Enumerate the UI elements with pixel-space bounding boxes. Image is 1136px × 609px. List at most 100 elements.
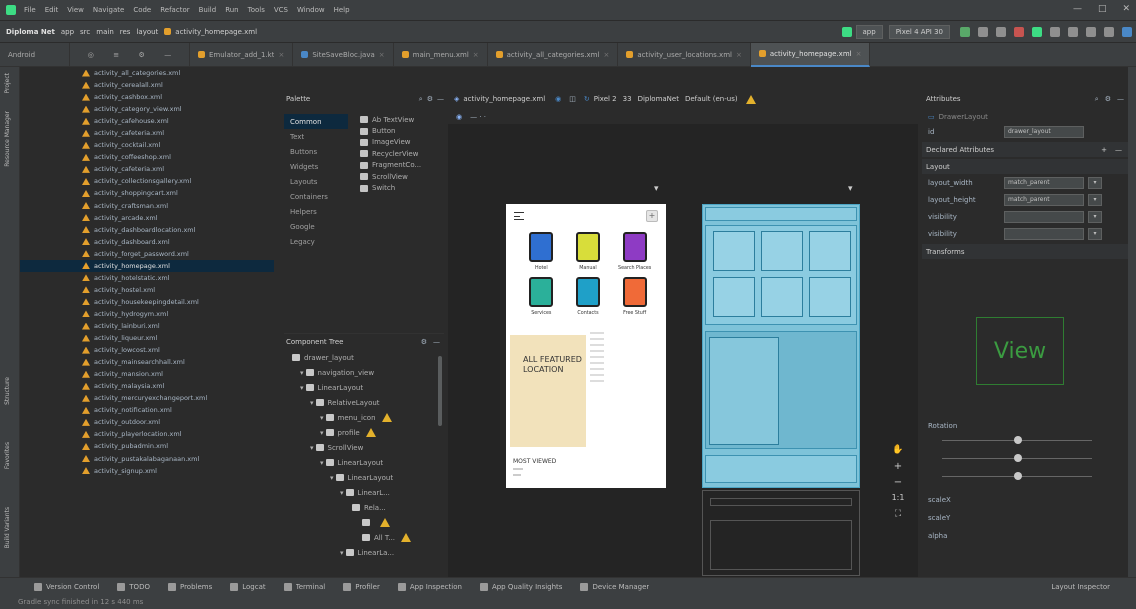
tree-hide-icon[interactable]: — xyxy=(433,338,440,346)
design-surface-icon[interactable]: ◉ xyxy=(555,95,561,103)
run-config-select[interactable]: app xyxy=(855,24,883,39)
tree-row[interactable]: ▾ menu_icon xyxy=(284,410,444,425)
tree-expand-icon[interactable]: ▾ xyxy=(300,369,304,377)
category-item[interactable]: Contacts xyxy=(565,277,612,316)
project-file-row[interactable]: activity_outdoor.xml xyxy=(20,416,274,428)
design-file-select[interactable]: activity_homepage.xml xyxy=(463,95,545,103)
attribute-value-field[interactable]: match_parent xyxy=(1004,176,1084,189)
project-file-row[interactable]: activity_lowcost.xml xyxy=(20,344,274,356)
menu-tools[interactable]: Tools xyxy=(248,6,265,14)
orientation-icon[interactable]: ↻ xyxy=(584,95,590,103)
tree-row[interactable]: ▾ profile xyxy=(284,425,444,440)
editor-tab[interactable]: main_menu.xml × xyxy=(394,42,488,67)
menu-run[interactable]: Run xyxy=(225,6,238,14)
tool-window-tab[interactable]: Logcat xyxy=(230,582,266,591)
tab-close-icon[interactable]: × xyxy=(736,51,742,59)
tree-row[interactable]: ▾ ScrollView xyxy=(284,440,444,455)
palette-item[interactable]: Switch xyxy=(360,182,438,193)
tree-row[interactable]: drawer_layout xyxy=(284,350,444,365)
blueprint-preview[interactable] xyxy=(702,204,860,488)
project-file-row[interactable]: activity_cerealall.xml xyxy=(20,79,274,91)
attribute-dropdown-icon[interactable]: ▾ xyxy=(1088,193,1102,206)
project-file-row[interactable]: activity_hostel.xml xyxy=(20,284,274,296)
breadcrumb-app[interactable]: app xyxy=(61,28,74,36)
tool-resource-manager[interactable]: Resource Manager xyxy=(4,111,11,167)
theme-select[interactable]: DiplomaNet xyxy=(638,95,679,103)
project-file-row[interactable]: activity_coffeeshop.xml xyxy=(20,151,274,163)
project-file-row[interactable]: activity_collectionsgallery.xml xyxy=(20,175,274,187)
tree-expand-icon[interactable]: ▾ xyxy=(320,429,324,437)
collapse-icon[interactable]: ≡ xyxy=(113,51,119,59)
project-file-row[interactable]: activity_homepage.xml xyxy=(20,259,274,272)
breadcrumb-file[interactable]: activity_homepage.xml xyxy=(175,28,257,36)
minimize-icon[interactable]: — xyxy=(1073,4,1082,14)
project-file-row[interactable]: activity_cafeteria.xml xyxy=(20,127,274,139)
tool-window-tab[interactable]: Problems xyxy=(167,582,212,591)
breadcrumb-layout[interactable]: layout xyxy=(136,28,158,36)
palette-category[interactable]: Layouts xyxy=(284,174,348,189)
warning-icon[interactable] xyxy=(365,428,376,437)
menu-code[interactable]: Code xyxy=(133,6,151,14)
project-file-row[interactable]: activity_notification.xml xyxy=(20,404,274,416)
project-file-row[interactable]: activity_dashboardlocation.xml xyxy=(20,224,274,236)
layout-inspector-tool[interactable]: Layout Inspector xyxy=(1051,583,1110,591)
project-file-row[interactable]: activity_cafehouse.xml xyxy=(20,115,274,127)
project-file-row[interactable]: activity_signup.xml xyxy=(20,465,274,477)
blueprint-drag-handle-icon[interactable]: ▾ xyxy=(848,184,853,194)
palette-search-icon[interactable]: ⌕ xyxy=(419,95,423,104)
profile-icon[interactable]: + xyxy=(646,210,658,222)
run-icon[interactable] xyxy=(960,26,970,37)
tree-row[interactable] xyxy=(284,515,444,530)
palette-category[interactable]: Legacy xyxy=(284,234,348,249)
debug-icon[interactable] xyxy=(978,26,988,37)
palette-category[interactable]: Text xyxy=(284,129,348,144)
api-level-select[interactable]: 33 xyxy=(623,95,632,103)
transforms-section-header[interactable]: Transforms xyxy=(922,244,1128,259)
category-item[interactable]: Services xyxy=(518,277,565,316)
palette-item[interactable]: FragmentCo... xyxy=(360,160,438,171)
category-item[interactable]: Manual xyxy=(565,232,612,271)
palette-item[interactable]: Button xyxy=(360,125,438,136)
tool-structure[interactable]: Structure xyxy=(4,377,11,405)
tree-row[interactable]: All T... xyxy=(284,530,444,545)
project-file-row[interactable]: activity_liqueur.xml xyxy=(20,332,274,344)
attributes-search-icon[interactable]: ⌕ xyxy=(1095,95,1099,104)
tree-expand-icon[interactable]: ▾ xyxy=(340,489,344,497)
layers-icon[interactable]: ◈ xyxy=(454,95,459,103)
project-file-row[interactable]: activity_pustakalabaganaan.xml xyxy=(20,453,274,465)
tool-window-tab[interactable]: App Inspection xyxy=(397,582,462,591)
palette-item[interactable]: RecyclerView xyxy=(360,148,438,159)
palette-gear-icon[interactable]: ⚙ xyxy=(427,95,433,103)
close-icon[interactable]: ✕ xyxy=(1122,4,1130,14)
zoom-controls[interactable]: — · · xyxy=(470,113,486,121)
sdk-manager-icon[interactable] xyxy=(1068,26,1078,37)
view-options-icon[interactable]: ◉ xyxy=(456,113,462,121)
menu-help[interactable]: Help xyxy=(334,6,350,14)
remove-attribute-icon[interactable]: — xyxy=(1115,146,1122,154)
blueprint-icon[interactable]: ◫ xyxy=(569,95,576,103)
project-file-row[interactable]: activity_dashboard.xml xyxy=(20,236,274,248)
stop-icon[interactable] xyxy=(1014,26,1024,37)
tree-row[interactable]: ▾ LinearLa... xyxy=(284,545,444,560)
project-file-row[interactable]: activity_all_categories.xml xyxy=(20,67,274,79)
tool-build-variants[interactable]: Build Variants xyxy=(4,507,11,548)
breadcrumb-res[interactable]: res xyxy=(120,28,131,36)
tree-expand-icon[interactable]: ▾ xyxy=(320,414,324,422)
rotation-x-knob[interactable] xyxy=(1014,436,1022,444)
project-file-row[interactable]: activity_category_view.xml xyxy=(20,103,274,115)
project-name[interactable]: Diploma Net xyxy=(6,28,55,36)
hide-icon[interactable]: — xyxy=(164,51,171,59)
design-drag-handle-icon[interactable]: ▾ xyxy=(654,184,659,194)
warning-icon[interactable] xyxy=(401,533,412,542)
tree-gear-icon[interactable]: ⚙ xyxy=(421,338,427,346)
tab-close-icon[interactable]: × xyxy=(603,51,609,59)
search-icon[interactable] xyxy=(1086,26,1096,37)
tree-row[interactable]: ▾ LinearL... xyxy=(284,485,444,500)
palette-category[interactable]: Common xyxy=(284,114,348,129)
declared-attributes-header[interactable]: Declared Attributes + — xyxy=(922,142,1128,157)
settings-gear-icon[interactable] xyxy=(1104,26,1114,37)
project-file-row[interactable]: activity_mansion.xml xyxy=(20,368,274,380)
project-file-row[interactable]: activity_mainsearchhall.xml xyxy=(20,356,274,368)
project-file-row[interactable]: activity_cocktail.xml xyxy=(20,139,274,151)
tree-expand-icon[interactable]: ▾ xyxy=(320,459,324,467)
